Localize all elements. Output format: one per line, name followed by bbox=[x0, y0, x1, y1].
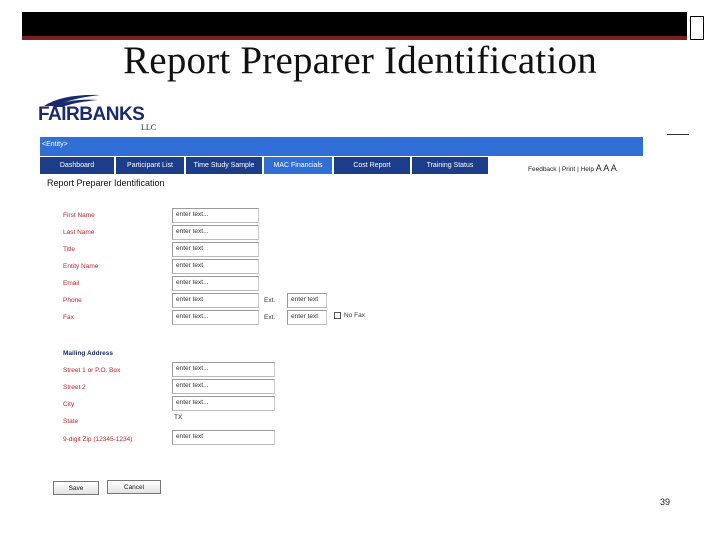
street1-label: Street 1 or P.O. Box bbox=[63, 367, 121, 374]
street2-input[interactable]: enter text... bbox=[172, 379, 275, 394]
tab-time-study-sample[interactable]: Time Study Sample bbox=[186, 157, 264, 174]
entity-bar: <Entity> bbox=[40, 137, 643, 156]
entity-name-input[interactable]: enter text bbox=[172, 259, 259, 274]
utility-separator: | bbox=[577, 166, 579, 173]
main-nav: Dashboard Participant List Time Study Sa… bbox=[40, 157, 490, 174]
utility-links: Feedback | Print | Help A A A bbox=[528, 163, 617, 173]
title-input[interactable]: enter text bbox=[172, 242, 259, 257]
first-name-label: First Name bbox=[63, 212, 95, 219]
email-input[interactable]: enter text... bbox=[172, 276, 259, 291]
utility-separator: | bbox=[558, 166, 561, 173]
fairbanks-logo: FAIRBANKS LLC bbox=[38, 92, 168, 132]
entity-selector[interactable]: <Entity> bbox=[42, 141, 68, 148]
city-input[interactable]: enter text... bbox=[172, 396, 275, 411]
first-name-input[interactable]: enter text... bbox=[172, 208, 259, 223]
phone-input[interactable]: enter text bbox=[172, 293, 259, 308]
tab-mac-financials[interactable]: MAC Financials bbox=[264, 157, 334, 174]
email-label: Email bbox=[63, 280, 80, 287]
tab-cost-report[interactable]: Cost Report bbox=[334, 157, 412, 174]
decorative-dash bbox=[667, 134, 689, 135]
tab-participant-list[interactable]: Participant List bbox=[116, 157, 186, 174]
save-button[interactable]: Save bbox=[53, 481, 99, 495]
page-heading: Report Preparer Identification bbox=[47, 178, 165, 188]
page-number: 39 bbox=[660, 497, 671, 507]
title-label: Title bbox=[63, 246, 76, 253]
fax-ext-label: Ext. bbox=[264, 314, 276, 321]
text-size-controls[interactable]: A A A bbox=[596, 163, 617, 173]
fax-ext-input[interactable]: enter text bbox=[287, 310, 327, 325]
cancel-button[interactable]: Cancel bbox=[107, 480, 161, 494]
logo-sub: LLC bbox=[141, 123, 157, 132]
logo-text: FAIRBANKS bbox=[38, 104, 145, 125]
phone-label: Phone bbox=[63, 297, 82, 304]
zip-input[interactable]: enter text bbox=[172, 430, 275, 445]
street1-input[interactable]: enter text... bbox=[172, 362, 275, 377]
tab-dashboard[interactable]: Dashboard bbox=[40, 157, 116, 174]
street2-label: Street 2 bbox=[63, 384, 86, 391]
city-label: City bbox=[63, 401, 75, 408]
state-label: State bbox=[63, 418, 79, 425]
fax-label: Fax bbox=[63, 314, 74, 321]
slide-header-band bbox=[22, 12, 687, 40]
tab-training-status[interactable]: Training Status bbox=[412, 157, 490, 174]
fax-input[interactable]: enter text... bbox=[172, 310, 259, 325]
last-name-input[interactable]: enter text... bbox=[172, 225, 259, 240]
print-link[interactable]: Print bbox=[562, 166, 575, 173]
no-fax-checkbox[interactable] bbox=[334, 312, 341, 319]
zip-label: 9-digit Zip (12345-1234) bbox=[63, 436, 133, 443]
feedback-link[interactable]: Feedback bbox=[528, 166, 557, 173]
entity-name-label: Entity Name bbox=[63, 263, 99, 270]
state-value[interactable]: TX bbox=[174, 414, 182, 421]
mailing-address-heading: Mailing Address bbox=[63, 350, 113, 357]
last-name-label: Last Name bbox=[63, 229, 95, 236]
phone-ext-input[interactable]: enter text bbox=[287, 293, 327, 308]
phone-ext-label: Ext. bbox=[264, 297, 276, 304]
no-fax-label: No Fax bbox=[344, 312, 365, 319]
slide-title: Report Preparer Identification bbox=[123, 39, 597, 82]
help-link[interactable]: Help bbox=[581, 166, 594, 173]
slide-corner-square bbox=[690, 16, 704, 40]
